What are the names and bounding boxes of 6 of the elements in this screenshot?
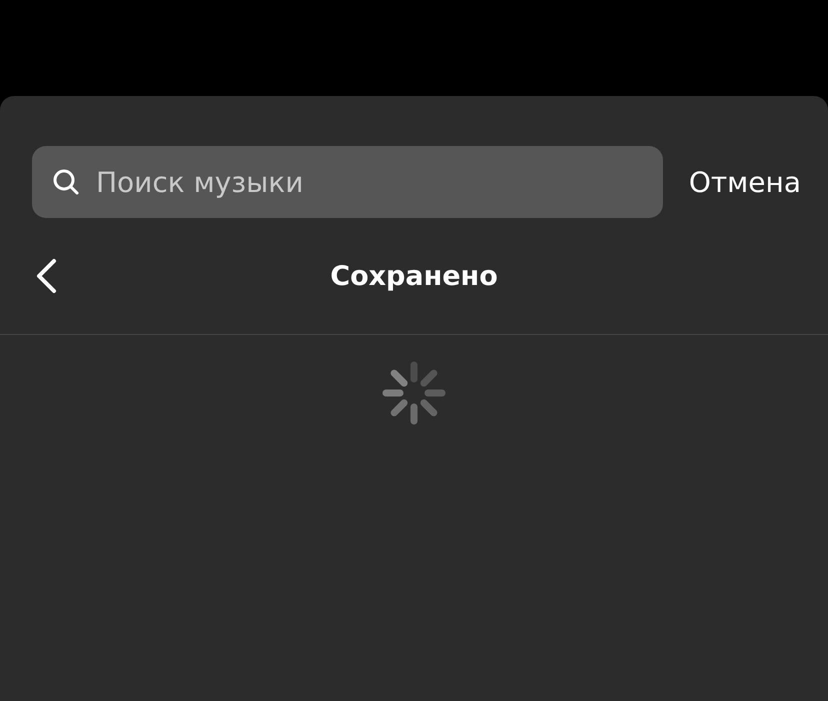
search-icon (52, 168, 80, 196)
search-field[interactable]: Поиск музыки (32, 146, 663, 218)
search-input[interactable]: Поиск музыки (94, 164, 645, 200)
back-icon (34, 258, 58, 294)
cancel-button[interactable]: Отмена (688, 166, 801, 198)
screen-title: Сохранено (330, 260, 498, 292)
